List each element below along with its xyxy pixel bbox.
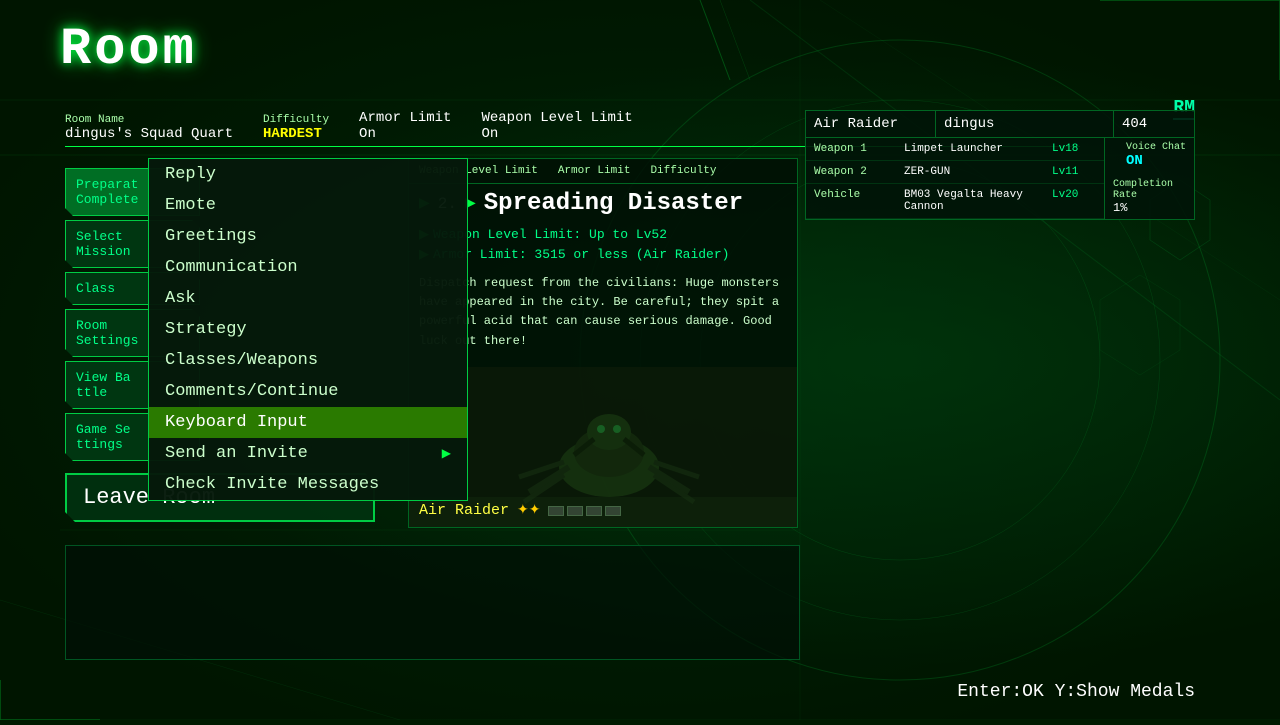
text-input-area[interactable] — [65, 545, 800, 660]
star-icons: ✦✦ — [517, 502, 540, 519]
completion-group: Completion Rate 1% — [1113, 179, 1186, 215]
vehicle-level: Lv20 — [1044, 186, 1104, 216]
voice-chat-value: ON — [1126, 153, 1186, 169]
player-panel-header: Air Raider dingus 404 — [806, 111, 1194, 138]
page-title: Room — [60, 20, 197, 79]
completion-value: 1% — [1113, 201, 1186, 215]
armor-limit-label: Armor Limit — [359, 110, 451, 126]
player-panel: Air Raider dingus 404 Weapon 1 Limpet La… — [805, 110, 1195, 220]
weapon-row-2: Weapon 2 ZER-GUN Lv11 — [806, 161, 1104, 184]
player-score: 404 — [1114, 111, 1194, 137]
vehicle-name: BM03 Vegalta Heavy Cannon — [896, 186, 1044, 216]
ctx-check-invite[interactable]: Check Invite Messages — [149, 469, 467, 500]
weapon-level-detail: Weapon Level Limit: Up to Lv52 — [433, 225, 667, 245]
class-badge: Air Raider ✦✦ — [419, 502, 621, 519]
difficulty-label: Difficulty — [263, 114, 329, 126]
weapon-level-value: On — [481, 126, 632, 142]
armor-limit-value: On — [359, 126, 451, 142]
player-username: dingus — [936, 111, 1114, 137]
weapon1-slot: Weapon 1 — [806, 140, 896, 158]
room-name-value: dingus's Squad Quart — [65, 126, 233, 142]
voice-chat-group: Voice Chat ON — [1126, 142, 1186, 169]
player-weapons: Weapon 1 Limpet Launcher Lv18 Weapon 2 Z… — [806, 138, 1104, 219]
bottom-hint: Enter:OK Y:Show Medals — [957, 682, 1195, 702]
armor-limit-group: Armor Limit On — [359, 110, 451, 142]
vehicle-row: Vehicle BM03 Vegalta Heavy Cannon Lv20 — [806, 184, 1104, 219]
mission-name: Spreading Disaster — [484, 190, 743, 217]
weapon1-level: Lv18 — [1044, 140, 1104, 158]
health-bars — [548, 506, 621, 516]
ctx-greetings[interactable]: Greetings — [149, 221, 467, 252]
weapon-row-1: Weapon 1 Limpet Launcher Lv18 — [806, 138, 1104, 161]
difficulty-group: Difficulty HARDEST — [263, 114, 329, 142]
difficulty-value: HARDEST — [263, 126, 329, 142]
context-menu: Reply Emote Greetings Communication Ask … — [148, 158, 468, 501]
send-invite-arrow: ▶ — [442, 446, 451, 461]
completion-label: Completion Rate — [1113, 179, 1186, 201]
ctx-ask[interactable]: Ask — [149, 283, 467, 314]
health-seg-4 — [605, 506, 621, 516]
weapon2-level: Lv11 — [1044, 163, 1104, 181]
chat-input[interactable] — [66, 546, 799, 659]
weapon-level-label: Weapon Level Limit — [481, 110, 632, 126]
ctx-keyboard-input[interactable]: Keyboard Input — [149, 407, 467, 438]
ctx-reply[interactable]: Reply — [149, 159, 467, 190]
weapon-level-group: Weapon Level Limit On — [481, 110, 632, 142]
ctx-emote[interactable]: Emote — [149, 190, 467, 221]
room-name-group: Room Name dingus's Squad Quart — [65, 114, 233, 142]
ctx-strategy[interactable]: Strategy — [149, 314, 467, 345]
health-seg-2 — [567, 506, 583, 516]
ctx-classes-weapons[interactable]: Classes/Weapons — [149, 345, 467, 376]
ctx-send-invite[interactable]: Send an Invite ▶ — [149, 438, 467, 469]
weapon2-slot: Weapon 2 — [806, 163, 896, 181]
ctx-comments-continue[interactable]: Comments/Continue — [149, 376, 467, 407]
health-seg-3 — [586, 506, 602, 516]
armor-limit-detail: Armor Limit: 3515 or less (Air Raider) — [433, 245, 729, 265]
weapon2-name: ZER-GUN — [896, 163, 1044, 181]
player-class: Air Raider — [806, 111, 936, 137]
vehicle-slot: Vehicle — [806, 186, 896, 216]
voice-chat-label: Voice Chat — [1126, 142, 1186, 153]
weapon1-name: Limpet Launcher — [896, 140, 1044, 158]
room-name-label: Room Name — [65, 114, 233, 126]
class-name-badge: Air Raider — [419, 502, 509, 519]
health-seg-1 — [548, 506, 564, 516]
voice-chat-area: Voice Chat ON Completion Rate 1% — [1104, 138, 1194, 219]
ctx-communication[interactable]: Communication — [149, 252, 467, 283]
